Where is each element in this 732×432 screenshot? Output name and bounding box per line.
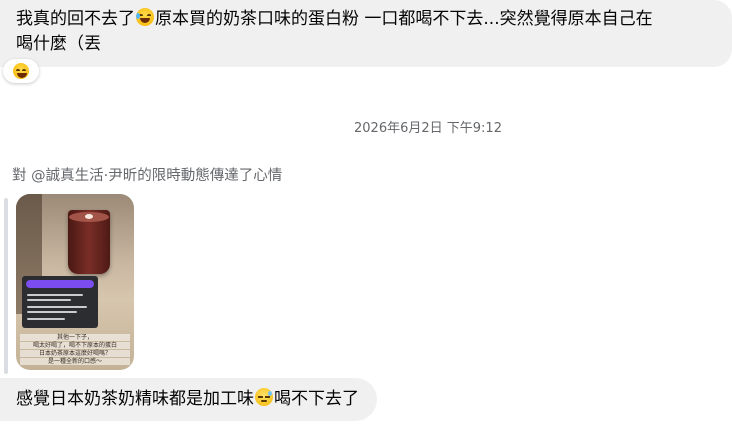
message-text-part: 喝什麼（丟 [16,34,101,54]
story-thumbnail[interactable]: 其他一下子， 喝太好喝了，喝不下原本的蛋白 日本奶茶原本這麼好喝嗎？ 是一種全新… [16,194,134,370]
chat-screenshot-line [27,306,87,308]
message-text-part: 我真的回不去了 [16,9,135,29]
message-bubble-incoming-2[interactable]: 感覺日本奶茶奶精味都是加工味 喝不下去了 [0,378,377,421]
message-bubble-incoming-1[interactable]: 我真的回不去了 原本買的奶茶口味的蛋白粉 一口都喝不下去...突然覺得原本自己在 … [0,0,732,67]
story-caption-line: 日本奶茶原本這麼好喝嗎？ [20,350,130,357]
story-caption-line: 喝太好喝了，喝不下原本的蛋白 [20,342,130,349]
message-text-part: 感覺日本奶茶奶精味都是加工味 [16,389,254,409]
chat-screenshot-line [27,318,65,320]
message-text-part: 喝不下去了 [274,389,359,409]
laughing-face-icon [13,63,29,79]
message-timestamp: 2026年6月2日 下午9:12 [354,121,502,136]
story-chat-screenshot [22,276,98,328]
story-caption-line: 其他一下子， [20,334,130,341]
downcast-sweat-face-icon [255,388,273,406]
chat-screenshot-line [27,294,83,296]
reply-indicator-bar [4,198,8,374]
messenger-thread: 我真的回不去了 原本買的奶茶口味的蛋白粉 一口都喝不下去...突然覺得原本自己在 … [0,0,732,432]
chat-screenshot-line [27,299,71,301]
story-caption-line: 是一種全新的口感～ [20,358,130,365]
message-reaction[interactable] [3,59,39,83]
chat-screenshot-bubble [26,280,94,288]
story-reply-header: 對 @誠真生活·尹昕的限時動態傳達了心情 [12,168,283,184]
chat-screenshot-line [27,311,77,313]
drink-foam [69,212,109,222]
message-text-part: 原本買的奶茶口味的蛋白粉 一口都喝不下去...突然覺得原本自己在 [155,9,653,29]
rolling-on-floor-laughing-icon [136,8,154,26]
